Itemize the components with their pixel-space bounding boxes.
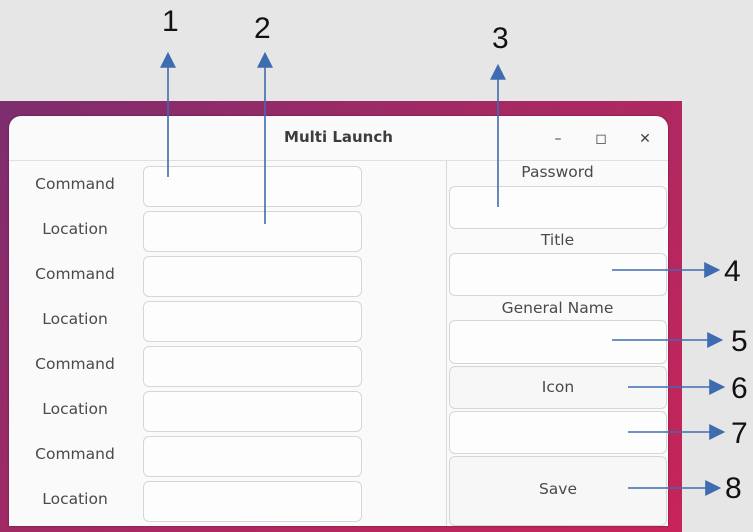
callout-arrows <box>160 51 726 496</box>
callout-5: 5 <box>731 325 748 358</box>
callout-7: 7 <box>731 417 748 450</box>
callout-6: 6 <box>731 372 748 405</box>
callout-2: 2 <box>254 12 271 45</box>
callout-3: 3 <box>492 22 509 55</box>
callout-1: 1 <box>162 5 179 38</box>
callout-4: 4 <box>724 255 741 288</box>
callout-8: 8 <box>725 472 742 505</box>
